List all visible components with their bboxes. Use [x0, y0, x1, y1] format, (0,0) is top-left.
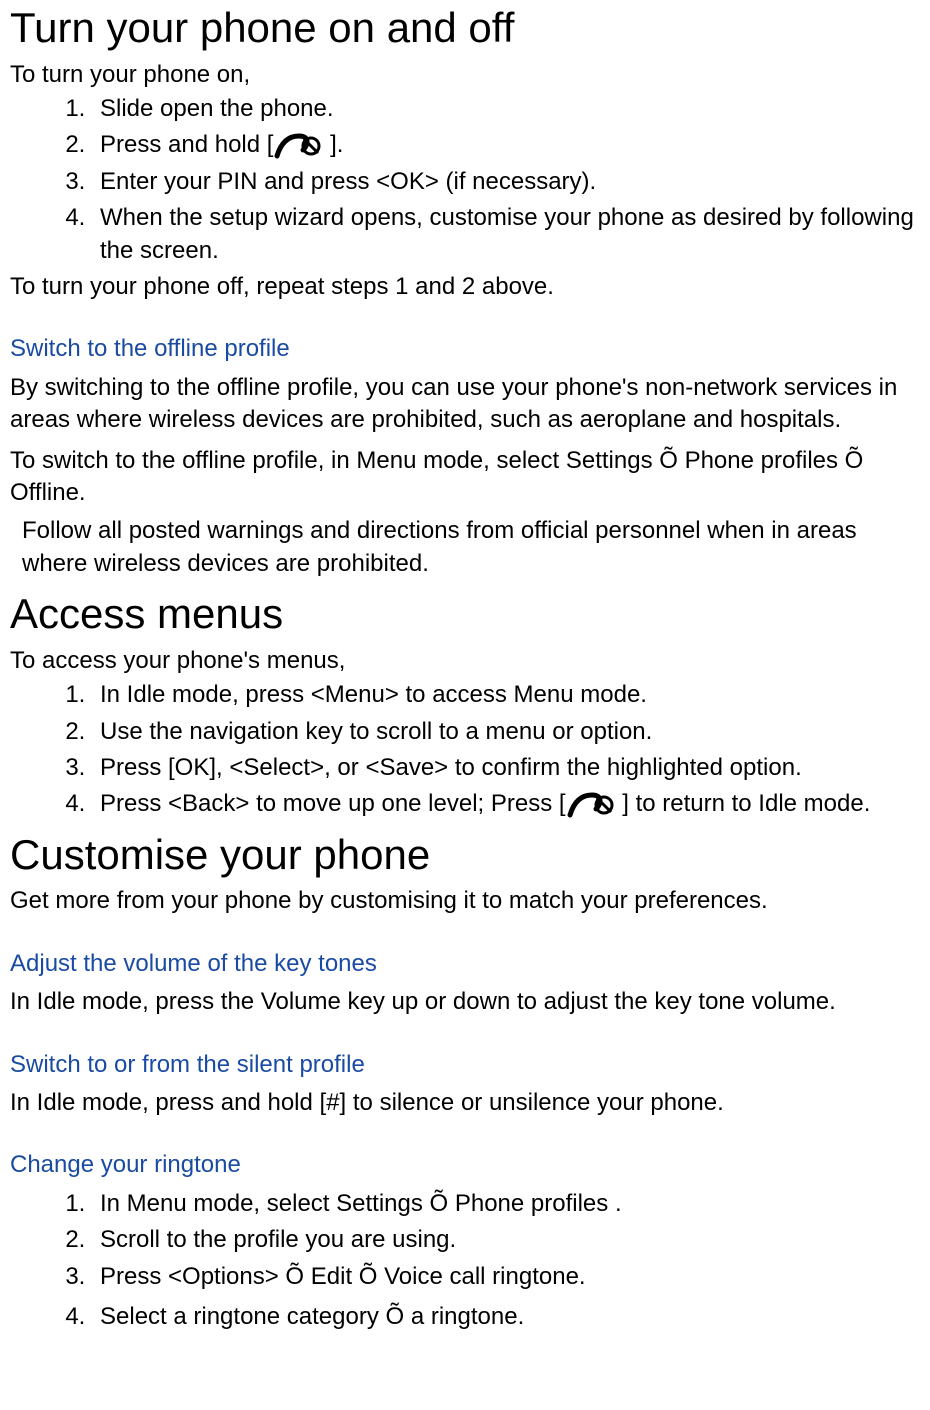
step-enter-pin: Enter your PIN and press <OK> (if necess… [92, 166, 920, 198]
subhead-silent: Switch to or from the silent profile [10, 1049, 920, 1081]
step-slide-open: Slide open the phone. [92, 93, 920, 125]
step-idle-menu: In Idle mode, press <Menu> to access Men… [92, 679, 920, 711]
subhead-ringtone: Change your ringtone [10, 1149, 920, 1181]
power-icon [273, 132, 323, 160]
heading-customise: Customise your phone [10, 827, 920, 884]
ringtone-step-3: Press <Options> Õ Edit Õ Voice call ring… [92, 1261, 920, 1293]
outro-turn-off: To turn your phone off, repeat steps 1 a… [10, 271, 920, 303]
step-setup-wizard: When the setup wizard opens, customise y… [92, 202, 920, 267]
ringtone-step-2: Scroll to the profile you are using. [92, 1224, 920, 1256]
subhead-volume: Adjust the volume of the key tones [10, 948, 920, 980]
heading-turn-on-off: Turn your phone on and off [10, 0, 920, 57]
heading-access-menus: Access menus [10, 586, 920, 643]
power-icon [566, 791, 616, 819]
steps-turn-on: Slide open the phone. Press and hold [ ]… [10, 93, 920, 267]
offline-desc-2: To switch to the offline profile, in Men… [10, 445, 920, 510]
ringtone-step-1: In Menu mode, select Settings Õ Phone pr… [92, 1188, 920, 1220]
intro-turn-on: To turn your phone on, [10, 59, 920, 91]
step-back: Press <Back> to move up one level; Press… [92, 788, 920, 820]
silent-desc: In Idle mode, press and hold [#] to sile… [10, 1087, 920, 1119]
ringtone-step-4: Select a ringtone category Õ a ringtone. [92, 1301, 920, 1333]
step-text-a: Press and hold [ [100, 131, 273, 158]
intro-access-menus: To access your phone's menus, [10, 645, 920, 677]
step-confirm-option: Press [OK], <Select>, or <Save> to confi… [92, 752, 920, 784]
subhead-offline-profile: Switch to the offline profile [10, 333, 920, 365]
volume-desc: In Idle mode, press the Volume key up or… [10, 986, 920, 1018]
intro-customise: Get more from your phone by customising … [10, 885, 920, 917]
step-back-text-a: Press <Back> to move up one level; Press… [100, 790, 566, 817]
step-press-hold: Press and hold [ ]. [92, 129, 920, 161]
offline-desc-1: By switching to the offline profile, you… [10, 372, 920, 437]
steps-ringtone: In Menu mode, select Settings Õ Phone pr… [10, 1188, 920, 1334]
offline-warning: Follow all posted warnings and direction… [10, 515, 920, 580]
step-nav-key: Use the navigation key to scroll to a me… [92, 716, 920, 748]
step-text-b: ]. [323, 131, 343, 158]
step-back-text-b: ] to return to Idle mode. [616, 790, 871, 817]
steps-access-menus: In Idle mode, press <Menu> to access Men… [10, 679, 920, 821]
